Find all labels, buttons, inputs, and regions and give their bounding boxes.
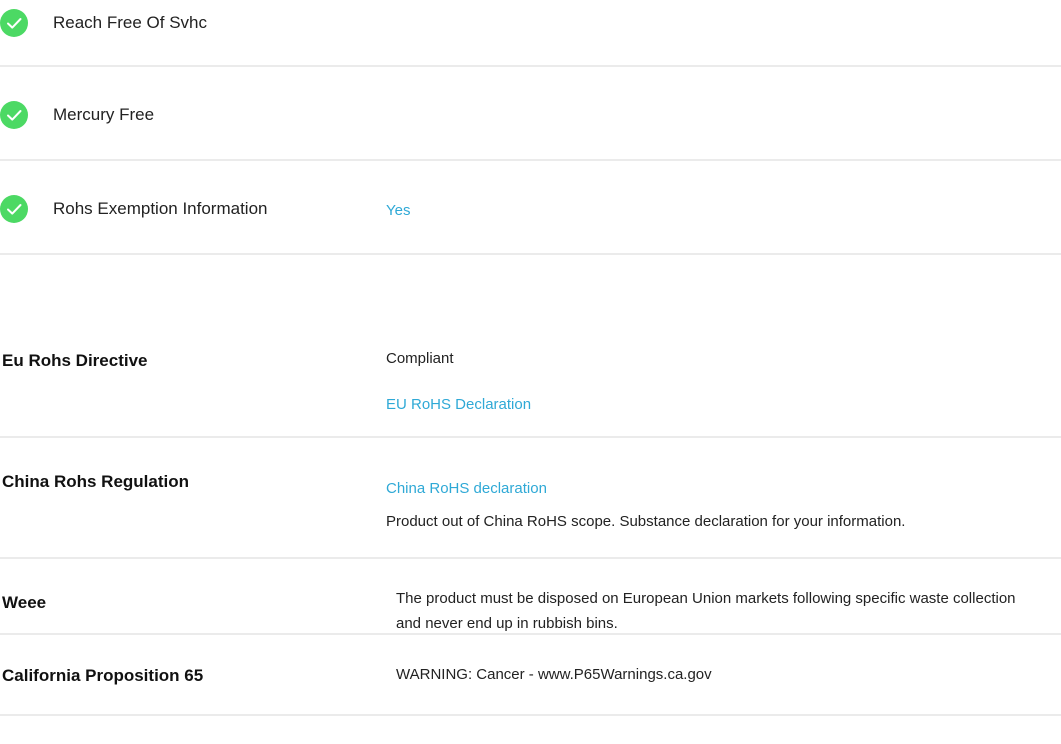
weee-label: Weee: [2, 593, 47, 612]
divider: [0, 557, 1061, 559]
check-circle-icon: [0, 9, 28, 37]
rohs-exemption-value-link[interactable]: Yes: [386, 202, 410, 220]
eu-rohs-status: Compliant: [386, 350, 454, 367]
china-rohs-note: Product out of China RoHS scope. Substan…: [386, 513, 906, 530]
check-label: Rohs Exemption Information: [53, 199, 268, 218]
environmental-compliance-page: Reach Free Of Svhc Mercury Free Rohs Exe…: [0, 0, 1061, 744]
check-circle-icon: [0, 101, 28, 129]
china-rohs-declaration-link[interactable]: China RoHS declaration: [386, 480, 547, 498]
china-rohs-label: China Rohs Regulation: [2, 472, 189, 491]
divider: [0, 65, 1061, 67]
check-row-mercury: Mercury Free: [0, 95, 1061, 135]
divider: [0, 253, 1061, 255]
divider: [0, 159, 1061, 161]
check-row-reach: Reach Free Of Svhc: [0, 3, 1061, 43]
divider: [0, 436, 1061, 438]
prop65-warning: WARNING: Cancer - www.P65Warnings.ca.gov: [396, 666, 712, 683]
eu-rohs-label: Eu Rohs Directive: [2, 351, 148, 370]
divider: [0, 633, 1061, 635]
check-circle-icon: [0, 195, 28, 223]
weee-text: The product must be disposed on European…: [396, 590, 1016, 632]
check-label: Reach Free Of Svhc: [53, 13, 208, 32]
divider: [0, 714, 1061, 716]
check-label: Mercury Free: [53, 105, 155, 124]
eu-rohs-declaration-link[interactable]: EU RoHS Declaration: [386, 396, 531, 414]
check-row-rohs-exemption: Rohs Exemption Information Yes: [0, 189, 1061, 229]
prop65-label: California Proposition 65: [2, 666, 204, 685]
